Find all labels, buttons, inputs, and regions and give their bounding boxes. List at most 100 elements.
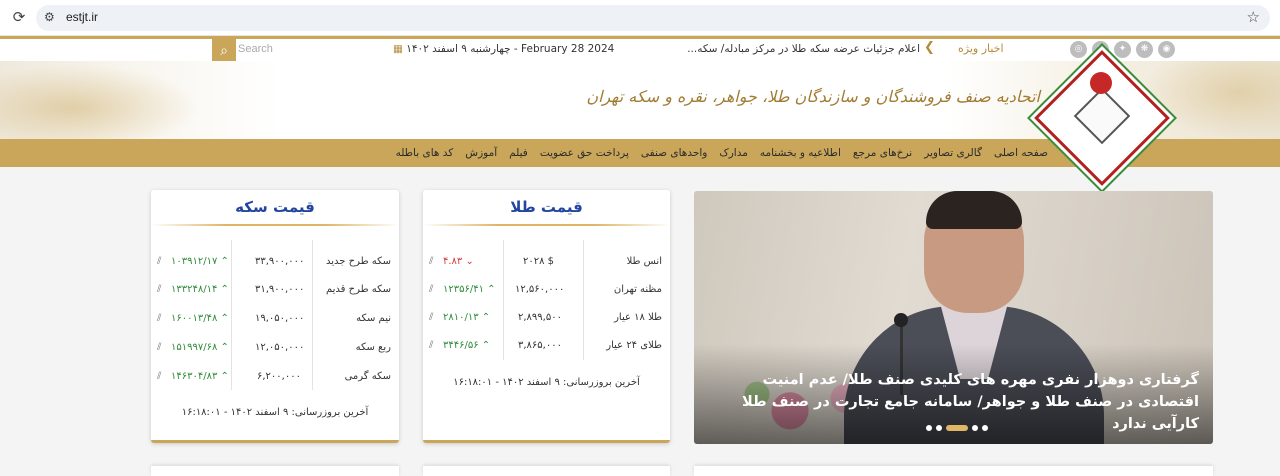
table-row: سکه طرح قدیم ۳۱,۹۰۰,۰۰۰ ۱۳۳۲۴۸/۱۴ ⌃ ⫽ — [151, 279, 399, 301]
slider-dot[interactable] — [946, 425, 968, 431]
nav-item-documents[interactable]: مدارک — [719, 147, 748, 159]
slide-person-hair — [926, 191, 1022, 229]
coin-name: سکه طرح جدید — [325, 256, 391, 267]
nav-item-units[interactable]: واحدهای صنفی — [641, 147, 707, 159]
nav-item-void-codes[interactable]: کد های باطله — [396, 147, 454, 159]
chart-icon[interactable]: ⫽ — [157, 284, 161, 295]
nav-item-notices[interactable]: اطلاعیه و بخشنامه — [760, 147, 841, 159]
slider-dot[interactable] — [926, 425, 932, 431]
coin-name: سکه طرح قدیم — [325, 284, 391, 295]
slider-dot[interactable] — [982, 425, 988, 431]
social-links: ◎ ➤ ✦ ❋ ◉ — [1070, 41, 1175, 58]
chart-icon[interactable]: ⫽ — [429, 340, 433, 351]
coin-change: ۱۳۳۲۴۸/۱۴ ⌃ — [171, 284, 229, 295]
change-value: ۱۳۳۲۴۸/۱۴ — [171, 284, 218, 295]
news-slider[interactable]: گرفتاری دوهزار نفری مهره های کلیدی صنف ط… — [694, 191, 1213, 444]
change-value: ۱۵۱۹۹۷/۶۸ — [171, 342, 218, 353]
chart-icon[interactable]: ⫽ — [429, 284, 433, 295]
gold-price: ۱۲,۵۶۰,۰۰۰ — [515, 284, 565, 295]
chart-icon[interactable]: ⫽ — [157, 342, 161, 353]
calendar-icon: ▦ — [393, 43, 407, 55]
chart-icon[interactable]: ⫽ — [429, 312, 433, 323]
reload-icon[interactable]: ⟳ — [10, 8, 28, 26]
nav-item-membership-payment[interactable]: پرداخت حق عضویت — [540, 147, 629, 159]
chart-icon[interactable]: ⫽ — [157, 313, 161, 324]
card-bottom-rule — [423, 440, 670, 443]
gold-name: مظنه تهران — [613, 284, 662, 295]
coin-card-title: قیمت سکه — [235, 198, 315, 216]
table-row: مظنه تهران ۱۲,۵۶۰,۰۰۰ ۱۲۳۵۶/۴۱ ⌃ ⫽ — [423, 279, 670, 301]
change-value: ۱۴۶۳۰۴/۸۳ — [171, 371, 218, 382]
gold-change: ۲۸۱۰/۱۳ ⌃ — [443, 312, 491, 323]
table-row: سکه گرمی ۶,۲۰۰,۰۰۰ ۱۴۶۳۰۴/۸۳ ⌃ ⫽ — [151, 366, 399, 388]
date-display: ▦ چهارشنبه ۹ اسفند ۱۴۰۲ - February 28 20… — [393, 43, 614, 55]
coin-name: نیم سکه — [356, 313, 391, 324]
slider-dot[interactable] — [936, 425, 942, 431]
coin-price: ۳۱,۹۰۰,۰۰۰ — [255, 284, 305, 295]
coin-price: ۱۹,۰۵۰,۰۰۰ — [255, 313, 305, 324]
coin-price: ۳۳,۹۰۰,۰۰۰ — [255, 256, 305, 267]
instagram-icon[interactable]: ◎ — [1070, 41, 1087, 58]
rss-icon[interactable]: ◉ — [1158, 41, 1175, 58]
table-row: نیم سکه ۱۹,۰۵۰,۰۰۰ ۱۶۰۰۱۳/۴۸ ⌃ ⫽ — [151, 308, 399, 330]
gold-name: طلا ۱۸ عیار — [614, 312, 662, 323]
nav-item-gallery[interactable]: گالری تصاویر — [924, 147, 982, 159]
coin-name: ربع سکه — [355, 342, 391, 353]
gold-price: ۲۰۲۸ $ — [523, 256, 555, 267]
chart-icon[interactable]: ⫽ — [157, 256, 161, 267]
slider-dots — [926, 425, 988, 431]
next-card-stub — [423, 466, 670, 476]
nav-item-home[interactable]: صفحه اصلی — [994, 147, 1048, 159]
change-value: ۱۶۰۰۱۳/۴۸ — [171, 313, 218, 324]
nav-item-reference-rates[interactable]: نرخ‌های مرجع — [853, 147, 912, 159]
slider-dot[interactable] — [972, 425, 978, 431]
coin-price: ۱۲,۰۵۰,۰۰۰ — [255, 342, 305, 353]
table-row: طلای ۲۴ عیار ۳,۸۶۵,۰۰۰ ۳۴۴۶/۵۶ ⌃ ⫽ — [423, 335, 670, 357]
table-row: سکه طرح جدید ۳۳,۹۰۰,۰۰۰ ۱۰۳۹۱۲/۱۷ ⌃ ⫽ — [151, 251, 399, 273]
gold-change: ۴.۸۳ ⌄ — [443, 256, 474, 267]
change-value: ۳۴۴۶/۵۶ — [443, 340, 479, 351]
coin-price: ۶,۲۰۰,۰۰۰ — [257, 371, 301, 382]
card-bottom-rule — [151, 440, 399, 443]
gold-updated-time: آخرین بروزرسانی: ۹ اسفند ۱۴۰۲ - ۱۶:۱۸:۰۱ — [453, 377, 640, 388]
site-title: اتحادیه صنف فروشندگان و سازندگان طلا، جو… — [586, 87, 1040, 106]
banner-decoration-left — [0, 61, 210, 139]
top-info-bar: ◎ ➤ ✦ ❋ ◉ اخبار ویژه ❮ اعلام جزئیات عرضه… — [0, 39, 1280, 61]
nav-item-film[interactable]: فیلم — [509, 147, 528, 159]
chart-icon[interactable]: ⫽ — [157, 371, 161, 382]
news-ticker[interactable]: اعلام جزئیات عرضه سکه طلا در مرکز مبادله… — [688, 43, 920, 55]
bookmark-star-icon[interactable]: ☆ — [1247, 8, 1260, 26]
gold-price: ۲,۸۹۹,۵۰۰ — [518, 312, 562, 323]
gold-name: طلای ۲۴ عیار — [606, 340, 662, 351]
search-input[interactable] — [238, 41, 358, 57]
site-settings-icon[interactable]: ⚙ — [44, 10, 55, 24]
coin-change: ۱۵۱۹۹۷/۶۸ ⌃ — [171, 342, 229, 353]
twitter-icon[interactable]: ✦ — [1114, 41, 1131, 58]
coin-name: سکه گرمی — [344, 371, 391, 382]
next-card-stub — [151, 466, 399, 476]
browser-toolbar: ⟳ ⚙ estjt.ir ☆ — [0, 0, 1280, 36]
chart-icon[interactable]: ⫽ — [429, 256, 433, 267]
coin-price-card: قیمت سکه سکه طرح جدید ۳۳,۹۰۰,۰۰۰ ۱۰۳۹۱۲/… — [151, 190, 399, 443]
card-divider — [423, 224, 670, 226]
change-value: ۲۸۱۰/۱۳ — [443, 312, 479, 323]
gold-card-title: قیمت طلا — [510, 198, 583, 216]
banner-decoration-right — [1140, 61, 1280, 139]
aparat-icon[interactable]: ❋ — [1136, 41, 1153, 58]
card-divider — [151, 224, 399, 226]
nav-item-education[interactable]: آموزش — [465, 147, 497, 159]
nav-items: صفحه اصلی گالری تصاویر نرخ‌های مرجع اطلا… — [396, 139, 1048, 167]
news-label: اخبار ویژه — [958, 42, 1004, 55]
table-row: طلا ۱۸ عیار ۲,۸۹۹,۵۰۰ ۲۸۱۰/۱۳ ⌃ ⫽ — [423, 307, 670, 329]
url-text[interactable]: estjt.ir — [66, 10, 98, 24]
gold-change: ۱۲۳۵۶/۴۱ ⌃ — [443, 284, 496, 295]
chevron-left-icon: ❮ — [924, 40, 935, 55]
coin-change: ۱۰۳۹۱۲/۱۷ ⌃ — [171, 256, 229, 267]
gold-price-card: قیمت طلا انس طلا ۲۰۲۸ $ ۴.۸۳ ⌄ ⫽ مظنه ته… — [423, 190, 670, 443]
change-value: ۴.۸۳ — [443, 256, 463, 267]
address-bar[interactable]: ⚙ estjt.ir ☆ — [36, 5, 1270, 31]
change-value: ۱۰۳۹۱۲/۱۷ — [171, 256, 218, 267]
gold-change: ۳۴۴۶/۵۶ ⌃ — [443, 340, 491, 351]
logo-emblem-icon — [1090, 72, 1112, 94]
change-value: ۱۲۳۵۶/۴۱ — [443, 284, 484, 295]
